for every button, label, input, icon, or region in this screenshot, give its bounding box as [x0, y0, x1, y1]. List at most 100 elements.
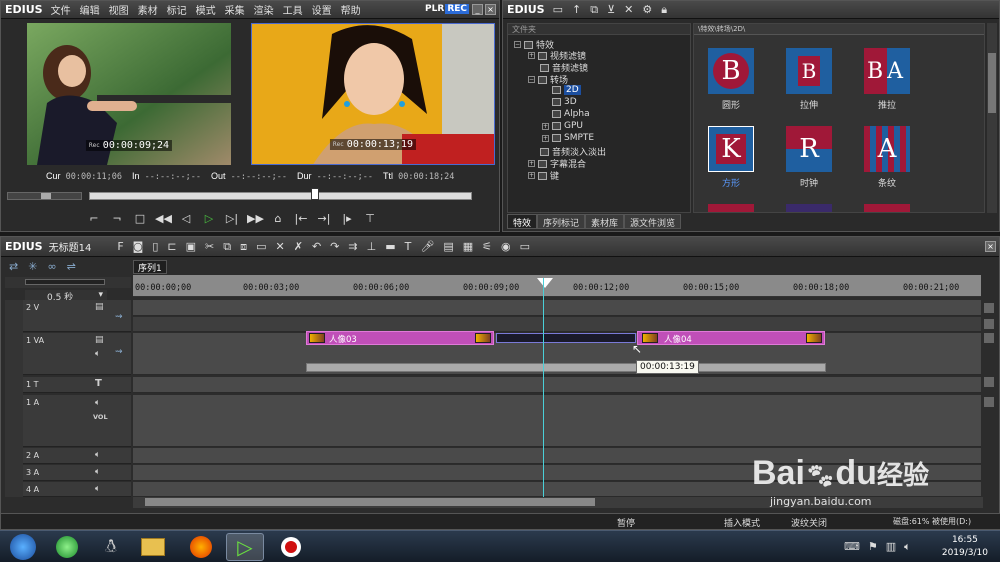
- tree-node-3d[interactable]: 3D: [552, 97, 577, 107]
- new-file-icon[interactable]: ▯: [152, 240, 158, 254]
- taskbar-app-edius[interactable]: ▷: [226, 533, 264, 561]
- zoom-slider[interactable]: [25, 279, 105, 285]
- snapshot-icon[interactable]: ◙: [133, 240, 144, 254]
- speaker-icon[interactable]: 🔈︎: [95, 484, 100, 494]
- effect-scrollbar[interactable]: [987, 23, 997, 213]
- tree-node-keys[interactable]: + 键: [528, 169, 559, 182]
- effect-tile-push[interactable]: BA: [864, 48, 910, 94]
- transition-region[interactable]: [496, 333, 636, 343]
- track-header-2a[interactable]: 2 A 🔈︎: [23, 448, 131, 464]
- effect-tile-circle[interactable]: B: [708, 48, 754, 94]
- taskbar-app-qq[interactable]: 🐧︎: [92, 533, 130, 561]
- layout-icon[interactable]: ▭: [520, 240, 530, 254]
- menu-tools[interactable]: 工具: [283, 2, 303, 17]
- close-icon[interactable]: ×: [485, 4, 496, 15]
- track-header-1va[interactable]: 1 VA ▤ 🔈︎ ⇝: [23, 333, 131, 375]
- lock-icon[interactable]: 🔒︎: [661, 3, 667, 17]
- undo-icon[interactable]: ↶: [312, 240, 321, 254]
- settings-icon[interactable]: ⚙: [642, 3, 652, 16]
- loop-icon[interactable]: ⌂: [270, 211, 286, 227]
- stop-icon[interactable]: □: [132, 211, 148, 227]
- tree-node-alpha[interactable]: Alpha: [552, 109, 590, 119]
- folder-icon[interactable]: ▭: [553, 3, 563, 16]
- timeline-close-icon[interactable]: ×: [985, 241, 996, 252]
- cut-point-icon[interactable]: ⊥: [367, 240, 377, 254]
- scroll-button[interactable]: [984, 333, 994, 343]
- menu-clip[interactable]: 素材: [138, 2, 158, 17]
- rewind-icon[interactable]: ◀◀: [155, 211, 172, 227]
- track-row-2v[interactable]: [133, 300, 981, 316]
- track-header-2v[interactable]: 2 V ▤ ⇝: [23, 300, 131, 332]
- render-icon[interactable]: ▤: [443, 240, 453, 254]
- collapse-icon[interactable]: −: [528, 76, 535, 83]
- tab-source-browser[interactable]: 源文件浏览: [624, 214, 682, 229]
- copy-icon[interactable]: ⧉: [590, 3, 598, 17]
- clip-portrait-04[interactable]: 人像04: [637, 331, 825, 345]
- vol-label[interactable]: VOL: [93, 413, 108, 421]
- menu-view[interactable]: 视图: [109, 2, 129, 17]
- speaker-icon[interactable]: 🔈︎: [95, 450, 100, 460]
- tray-volume-icon[interactable]: 🔈︎: [904, 540, 911, 554]
- scroll-button[interactable]: [984, 319, 994, 329]
- mix-icon[interactable]: ⇝: [115, 347, 123, 357]
- menu-settings[interactable]: 设置: [312, 2, 332, 17]
- group-icon[interactable]: ▭: [256, 240, 266, 254]
- menu-edit[interactable]: 编辑: [80, 2, 100, 17]
- ripple-delete-icon[interactable]: ✗: [294, 240, 303, 254]
- playhead-line[interactable]: [543, 278, 544, 497]
- open-icon[interactable]: ⊏: [167, 240, 176, 254]
- taskbar-clock[interactable]: 16:55 2019/3/10: [942, 534, 988, 560]
- sequence-tab[interactable]: 序列1: [133, 260, 167, 274]
- tab-bin[interactable]: 素材库: [585, 214, 625, 229]
- set-out-icon[interactable]: ¬: [109, 211, 125, 227]
- menu-marker[interactable]: 标记: [167, 2, 187, 17]
- expand-icon[interactable]: +: [528, 160, 535, 167]
- expand-icon[interactable]: +: [528, 52, 535, 59]
- expand-icon[interactable]: +: [528, 172, 535, 179]
- link-icon[interactable]: ∞: [47, 260, 56, 276]
- mic-icon[interactable]: 🎤︎: [420, 240, 434, 254]
- start-button[interactable]: [4, 533, 42, 561]
- tab-sequence-markers[interactable]: 序列标记: [537, 214, 586, 229]
- effect-tile-stretch[interactable]: B: [786, 48, 832, 94]
- speaker-icon[interactable]: 🔈︎: [95, 467, 100, 477]
- sync-lock-icon[interactable]: ⇌: [67, 260, 76, 276]
- overwrite-icon[interactable]: →|: [316, 211, 332, 227]
- taskbar-app-explorer[interactable]: [134, 533, 172, 561]
- speaker-icon[interactable]: 🔈︎: [95, 398, 100, 408]
- tray-network-icon[interactable]: ▥: [886, 540, 896, 554]
- shuttle-knob[interactable]: [41, 193, 51, 199]
- title-icon[interactable]: T: [405, 240, 412, 254]
- effect-tile-clock[interactable]: R: [786, 126, 832, 172]
- set-in-icon[interactable]: ⌐: [86, 211, 102, 227]
- track-row-2v-sub[interactable]: [133, 317, 981, 332]
- menu-help[interactable]: 帮助: [341, 2, 361, 17]
- scroll-button[interactable]: [984, 303, 994, 313]
- color-icon[interactable]: ◉: [501, 240, 511, 254]
- speaker-icon[interactable]: 🔈︎: [95, 349, 100, 359]
- track-row-1t[interactable]: [133, 377, 981, 393]
- audio-clip-bar[interactable]: [306, 363, 826, 372]
- trim-icon[interactable]: |▸: [339, 211, 355, 227]
- save-icon[interactable]: ▣: [186, 240, 196, 254]
- scroll-button[interactable]: [984, 377, 994, 387]
- shuttle-slider[interactable]: [7, 192, 82, 200]
- step-forward-icon[interactable]: ▷|: [224, 211, 240, 227]
- delete-icon[interactable]: ✕: [276, 240, 285, 254]
- tree-node-gpu[interactable]: + GPU: [542, 121, 583, 131]
- cut-icon[interactable]: ✂: [205, 240, 214, 254]
- track-header-1a[interactable]: 1 A 🔈︎ VOL: [23, 395, 131, 447]
- taskbar-app-recorder[interactable]: [272, 533, 310, 561]
- tree-node-smpte[interactable]: + SMPTE: [542, 133, 594, 143]
- redo-icon[interactable]: ↷: [330, 240, 339, 254]
- mix-icon[interactable]: ⇝: [115, 312, 123, 322]
- effect-tile-partial[interactable]: [786, 204, 832, 212]
- clip-portrait-03[interactable]: 人像03: [306, 331, 494, 345]
- effect-tile-stripes[interactable]: A: [864, 126, 910, 172]
- minimize-icon[interactable]: _: [472, 4, 483, 15]
- collapse-icon[interactable]: −: [514, 41, 521, 48]
- up-icon[interactable]: ↑: [572, 3, 581, 16]
- position-slider[interactable]: [89, 188, 472, 200]
- expand-icon[interactable]: +: [542, 134, 549, 142]
- sync-icon[interactable]: ⇉: [348, 240, 357, 254]
